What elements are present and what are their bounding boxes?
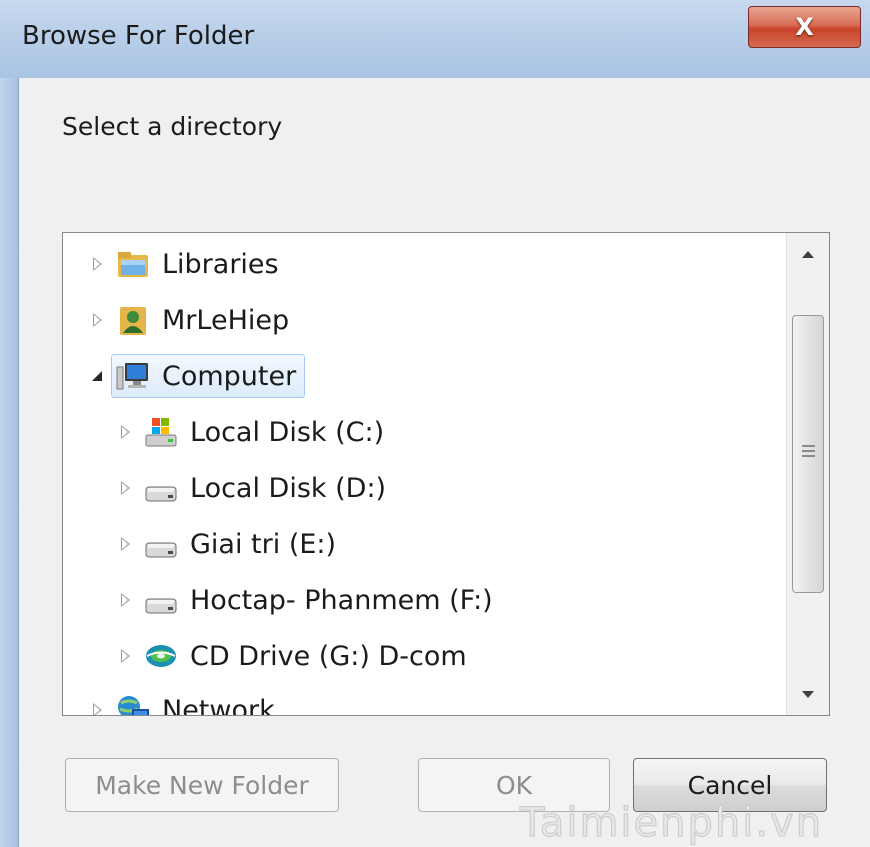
tree-node[interactable]: CD Drive (G:) D-com xyxy=(139,634,476,678)
hard-drive-icon xyxy=(144,527,178,561)
tree-item-mrlehiep[interactable]: MrLeHiep xyxy=(89,297,298,343)
arrow-down-icon xyxy=(802,690,814,698)
tree-node[interactable]: Local Disk (D:) xyxy=(139,466,395,510)
tree-item-local-disk-d[interactable]: Local Disk (D:) xyxy=(117,465,395,511)
network-icon xyxy=(116,693,150,715)
expand-arrow-icon[interactable] xyxy=(89,256,105,272)
scrollbar-thumb[interactable] xyxy=(792,315,824,593)
tree-item-label: Libraries xyxy=(162,248,279,280)
dialog-prompt: Select a directory xyxy=(62,112,283,141)
system-drive-icon xyxy=(144,415,178,449)
tree-node[interactable]: Hoctap- Phanmem (F:) xyxy=(139,578,502,622)
tree-node[interactable]: Local Disk (C:) xyxy=(139,410,393,454)
hard-drive-icon xyxy=(144,471,178,505)
tree-rows: Libraries MrLeHiep Computer Local Disk (… xyxy=(63,233,787,715)
expand-arrow-icon[interactable] xyxy=(89,312,105,328)
scroll-down-button[interactable] xyxy=(787,673,829,715)
tree-node[interactable]: Network xyxy=(111,688,284,715)
tree-item-computer[interactable]: Computer xyxy=(89,353,306,399)
tree-item-label: CD Drive (G:) D-com xyxy=(190,640,467,672)
tree-item-giai-tri-e[interactable]: Giai tri (E:) xyxy=(117,521,345,567)
close-button[interactable]: X xyxy=(748,6,861,48)
make-new-folder-button[interactable]: Make New Folder xyxy=(65,758,339,812)
collapse-arrow-icon[interactable] xyxy=(89,368,105,384)
tree-node-selected[interactable]: Computer xyxy=(111,354,306,398)
vertical-scrollbar[interactable] xyxy=(786,233,829,715)
tree-item-cd-drive-g[interactable]: CD Drive (G:) D-com xyxy=(117,633,476,679)
tree-node[interactable]: Giai tri (E:) xyxy=(139,522,345,566)
tree-item-label: Hoctap- Phanmem (F:) xyxy=(190,584,493,616)
folder-tree[interactable]: Libraries MrLeHiep Computer Local Disk (… xyxy=(62,232,830,716)
tree-item-libraries[interactable]: Libraries xyxy=(89,241,288,287)
arrow-up-icon xyxy=(802,250,814,258)
cd-drive-icon xyxy=(144,639,178,673)
expand-arrow-icon[interactable] xyxy=(117,648,133,664)
tree-item-label: MrLeHiep xyxy=(162,304,290,336)
tree-item-hoctap-phanmem-f[interactable]: Hoctap- Phanmem (F:) xyxy=(117,577,502,623)
close-icon: X xyxy=(795,13,814,41)
window-title: Browse For Folder xyxy=(22,21,255,51)
window-frame xyxy=(0,78,18,847)
expand-arrow-icon[interactable] xyxy=(89,702,105,715)
hard-drive-icon xyxy=(144,583,178,617)
grip-icon xyxy=(802,445,815,447)
tree-node[interactable]: Libraries xyxy=(111,242,288,286)
libraries-icon xyxy=(116,247,150,281)
expand-arrow-icon[interactable] xyxy=(117,536,133,552)
tree-item-label: Giai tri (E:) xyxy=(190,528,337,560)
computer-icon xyxy=(116,359,150,393)
title-bar[interactable]: Browse For Folder X xyxy=(0,0,870,78)
tree-item-label: Local Disk (C:) xyxy=(190,416,385,448)
tree-node[interactable]: MrLeHiep xyxy=(111,298,298,342)
tree-item-label: Network xyxy=(162,694,275,716)
tree-item-network[interactable]: Network xyxy=(89,687,284,715)
tree-item-label: Local Disk (D:) xyxy=(190,472,387,504)
expand-arrow-icon[interactable] xyxy=(117,480,133,496)
user-folder-icon xyxy=(116,303,150,337)
tree-item-label: Computer xyxy=(162,360,297,392)
expand-arrow-icon[interactable] xyxy=(117,424,133,440)
expand-arrow-icon[interactable] xyxy=(117,592,133,608)
scroll-up-button[interactable] xyxy=(787,233,829,275)
watermark: Taimienphi.vn xyxy=(519,800,824,847)
tree-item-local-disk-c[interactable]: Local Disk (C:) xyxy=(117,409,393,455)
